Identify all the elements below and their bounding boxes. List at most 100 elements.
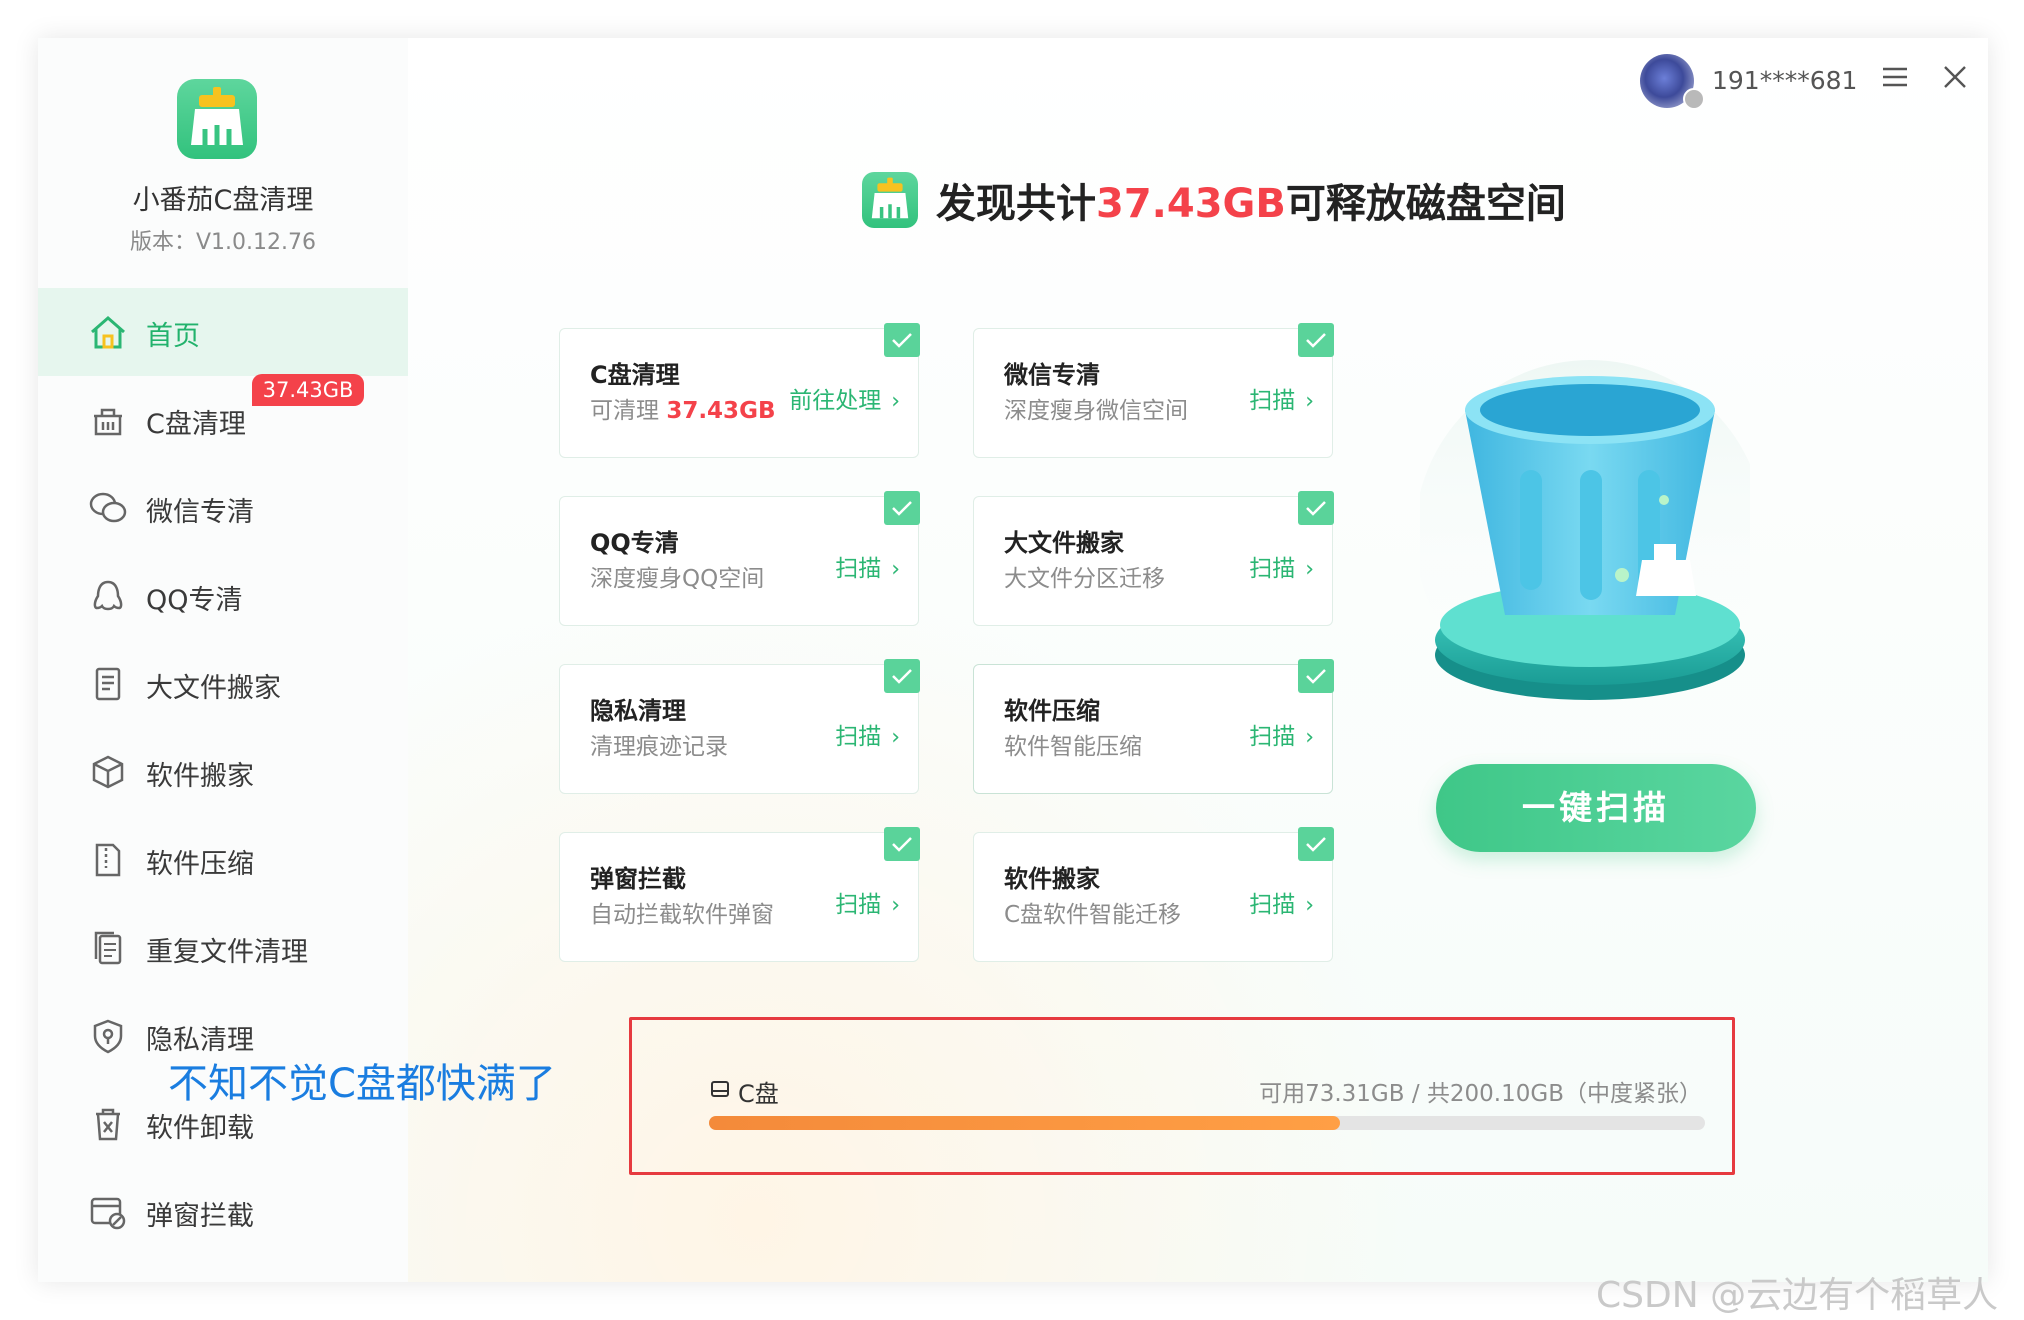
qq-icon (93, 580, 123, 611)
sidebar-item-software-compress[interactable]: 软件压缩 (38, 816, 408, 904)
c-clean-size-badge: 37.43GB (252, 374, 364, 406)
card-qq[interactable]: QQ专清 深度瘦身QQ空间 扫描 › (559, 491, 920, 626)
trash-icon (96, 1108, 120, 1141)
chevron-right-icon: › (1305, 389, 1314, 414)
headline-prefix: 发现共计 (936, 181, 1096, 227)
headline-text: 发现共计37.43GB可释放磁盘空间 (936, 171, 1566, 229)
chevron-right-icon: › (891, 557, 900, 582)
sidebar-item-label: 软件卸载 (146, 1113, 254, 1144)
card-desc: 深度瘦身微信空间 (1004, 398, 1188, 424)
package-icon (92, 755, 124, 789)
sidebar-item-software-move[interactable]: 软件搬家 (38, 728, 408, 816)
card-action-label: 扫描 (835, 892, 882, 918)
check-icon[interactable] (884, 659, 920, 693)
card-action-label: 扫描 (1249, 892, 1296, 918)
disk-name: C盘 (738, 1080, 779, 1108)
card-title: 微信专清 (1004, 361, 1100, 389)
card-action-button[interactable]: 扫描 › (1249, 381, 1314, 415)
card-desc: 深度瘦身QQ空间 (590, 566, 765, 592)
card-title: 软件压缩 (1004, 697, 1100, 725)
annotation-text: 不知不觉C盘都快满了 (168, 1061, 556, 1107)
chevron-right-icon: › (1305, 557, 1314, 582)
sidebar-item-label: 弹窗拦截 (146, 1201, 254, 1232)
chevron-right-icon: › (1305, 725, 1314, 750)
card-popup-block[interactable]: 弹窗拦截 自动拦截软件弹窗 扫描 › (559, 827, 920, 962)
sidebar-item-label: 重复文件清理 (146, 937, 308, 968)
card-action-label: 扫描 (835, 724, 882, 750)
card-action-button[interactable]: 扫描 › (835, 717, 900, 751)
disk-usage-progress (709, 1116, 1705, 1130)
card-action-button[interactable]: 扫描 › (1249, 885, 1314, 919)
card-software-compress[interactable]: 软件压缩 软件智能压缩 扫描 › (973, 659, 1334, 794)
card-action-label: 扫描 (835, 556, 882, 582)
card-title: C盘清理 (590, 361, 680, 389)
sidebar-item-qq[interactable]: QQ专清 (38, 552, 408, 640)
sidebar-item-label: 微信专清 (146, 497, 254, 528)
card-desc: 软件智能压缩 (1004, 734, 1142, 760)
sidebar-item-popup-block[interactable]: 弹窗拦截 (38, 1168, 408, 1256)
sidebar-item-large-files[interactable]: 大文件搬家 (38, 640, 408, 728)
app-logo (177, 79, 257, 159)
card-title: 隐私清理 (590, 697, 686, 725)
sidebar-item-label: QQ专清 (146, 585, 243, 616)
check-icon[interactable] (1298, 827, 1334, 861)
sidebar-item-home[interactable]: 首页 (38, 288, 408, 376)
check-icon[interactable] (884, 491, 920, 525)
headline-suffix: 可释放磁盘空间 (1285, 181, 1566, 227)
menu-icon[interactable] (1880, 64, 1910, 90)
check-icon[interactable] (1298, 323, 1334, 357)
check-icon[interactable] (1298, 659, 1334, 693)
close-icon[interactable] (1940, 62, 1970, 92)
one-click-scan-button[interactable]: 一键扫描 (1436, 764, 1756, 852)
app-name: 小番茄C盘清理 (132, 185, 314, 216)
check-icon[interactable] (1298, 491, 1334, 525)
headline: 发现共计37.43GB可释放磁盘空间 (862, 170, 1566, 230)
sidebar-item-wechat[interactable]: 微信专清 (38, 464, 408, 552)
card-desc: 可清理 37.43GB (590, 391, 775, 425)
disk-usage-progress-fill (709, 1116, 1341, 1130)
card-action-button[interactable]: 扫描 › (1249, 717, 1314, 751)
card-desc-amount: 37.43GB (666, 398, 776, 424)
card-title: QQ专清 (590, 529, 679, 557)
sidebar-item-label: 首页 (146, 321, 200, 352)
card-action-label: 扫描 (1249, 556, 1296, 582)
card-wechat[interactable]: 微信专清 深度瘦身微信空间 扫描 › (973, 323, 1334, 458)
card-action-button[interactable]: 扫描 › (835, 885, 900, 919)
zip-icon (95, 843, 121, 877)
card-large-files[interactable]: 大文件搬家 大文件分区迁移 扫描 › (973, 491, 1334, 626)
sidebar-item-duplicate-clean[interactable]: 重复文件清理 (38, 904, 408, 992)
check-icon[interactable] (884, 827, 920, 861)
sidebar-item-label: 大文件搬家 (146, 673, 281, 704)
card-desc: 清理痕迹记录 (590, 734, 728, 760)
app-version: 版本：V1.0.12.76 (129, 230, 316, 255)
card-software-move[interactable]: 软件搬家 C盘软件智能迁移 扫描 › (973, 827, 1334, 962)
card-desc: 自动拦截软件弹窗 (590, 902, 774, 928)
basket-icon (94, 408, 122, 436)
card-action-label: 扫描 (1249, 724, 1296, 750)
card-title: 弹窗拦截 (590, 865, 686, 893)
chevron-right-icon: › (1305, 893, 1314, 918)
card-action-button[interactable]: 扫描 › (1249, 549, 1314, 583)
file-list-icon (95, 667, 121, 701)
card-privacy[interactable]: 隐私清理 清理痕迹记录 扫描 › (559, 659, 920, 794)
sidebar-item-label: 软件搬家 (146, 761, 254, 792)
disk-separator: / (1404, 1081, 1427, 1107)
chevron-right-icon: › (891, 389, 900, 414)
disk-icon (711, 1081, 729, 1097)
card-action-button[interactable]: 扫描 › (835, 549, 900, 583)
shield-icon (93, 1019, 123, 1054)
check-icon[interactable] (884, 323, 920, 357)
disk-free: 可用73.31GB (1259, 1081, 1405, 1107)
disk-capacity: 可用73.31GB / 共200.10GB（中度紧张） (1259, 1074, 1702, 1108)
broom-icon (862, 172, 918, 228)
card-c-clean[interactable]: C盘清理 可清理 37.43GB 前往处理 › (559, 323, 920, 458)
card-desc: 大文件分区迁移 (1004, 566, 1165, 592)
trash-bin-illustration (1420, 360, 1750, 710)
user-name[interactable]: 191****681 (1712, 66, 1857, 95)
card-action-button[interactable]: 前往处理 › (789, 381, 900, 415)
wechat-icon (89, 492, 127, 523)
card-title: 大文件搬家 (1004, 529, 1124, 557)
popup-block-icon (90, 1197, 126, 1230)
duplicate-icon (94, 931, 122, 965)
card-desc-prefix: 可清理 (590, 398, 667, 424)
